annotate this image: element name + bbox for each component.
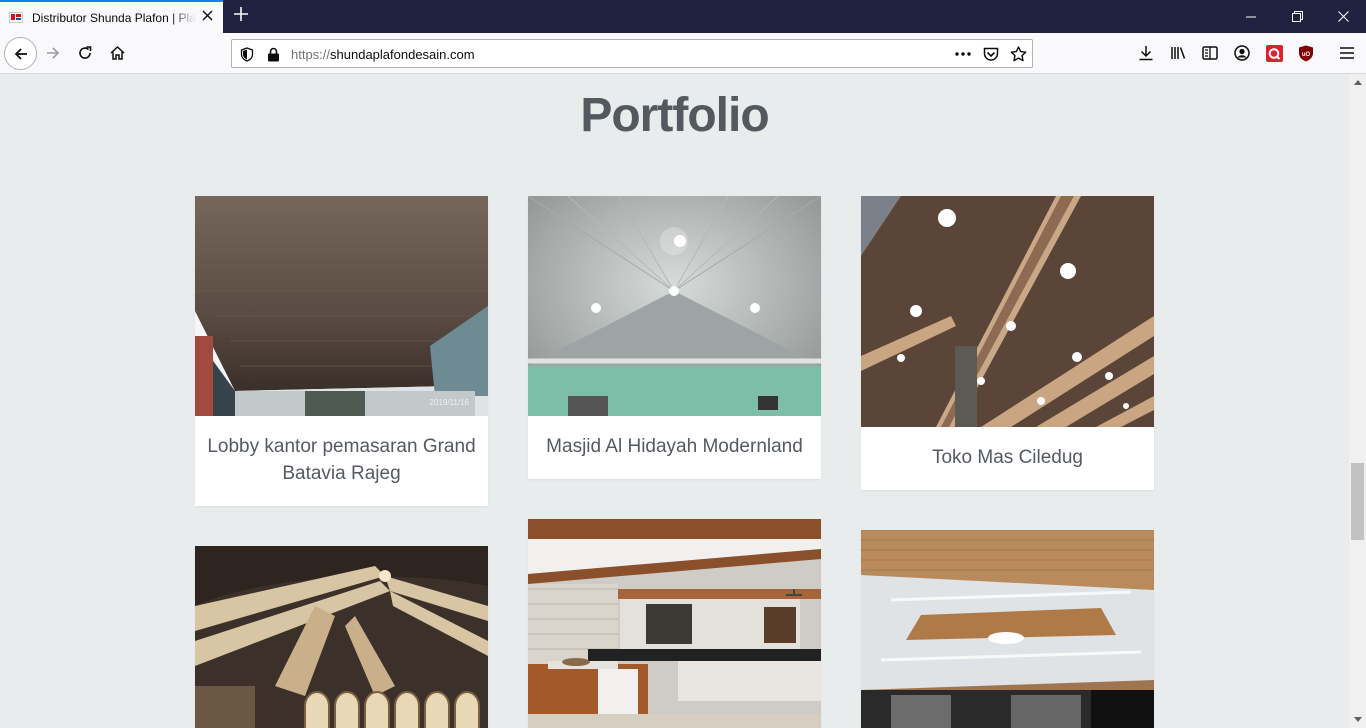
ublock-origin-icon[interactable]: uO bbox=[1291, 38, 1321, 68]
portfolio-caption[interactable]: Masjid Al Hidayah Modernland bbox=[528, 433, 821, 460]
address-bar[interactable]: https://shundaplafondesain.com bbox=[231, 39, 1033, 68]
lock-icon[interactable] bbox=[264, 45, 282, 63]
page-actions-icon[interactable] bbox=[954, 45, 972, 63]
url-text: https://shundaplafondesain.com bbox=[291, 47, 475, 62]
portfolio-card-dome[interactable] bbox=[195, 546, 488, 728]
portfolio-card-lobby[interactable]: 2019/11/16 Lobby kantor pemasaran Grand … bbox=[195, 196, 488, 506]
scroll-down-arrow-icon[interactable] bbox=[1349, 711, 1366, 728]
browser-tab[interactable]: Distributor Shunda Plafon | Plafon PVC bbox=[0, 0, 223, 33]
portfolio-photo-dome[interactable] bbox=[195, 546, 488, 728]
downloads-button[interactable] bbox=[1131, 38, 1161, 68]
photo-date-stamp: 2019/11/16 bbox=[430, 398, 470, 407]
portfolio-photo-kitchen[interactable] bbox=[528, 519, 821, 728]
home-button[interactable] bbox=[102, 38, 132, 68]
sidebar-toggle-button[interactable] bbox=[1195, 38, 1225, 68]
svg-text:uO: uO bbox=[1302, 52, 1311, 58]
restore-window-button[interactable] bbox=[1274, 0, 1320, 33]
url-host: shundaplafondesain.com bbox=[330, 47, 475, 62]
scrollbar-thumb[interactable] bbox=[1351, 463, 1364, 540]
close-tab-icon[interactable] bbox=[199, 9, 215, 25]
portfolio-card-toko-mas[interactable]: Toko Mas Ciledug bbox=[861, 196, 1154, 490]
back-button[interactable] bbox=[4, 37, 37, 70]
new-tab-button[interactable] bbox=[229, 4, 253, 28]
account-icon[interactable] bbox=[1227, 38, 1257, 68]
shield-icon[interactable] bbox=[238, 45, 256, 63]
portfolio-photo-masjid[interactable] bbox=[528, 196, 821, 416]
pocket-icon[interactable] bbox=[982, 45, 1000, 63]
portfolio-photo-toko-mas[interactable] bbox=[861, 196, 1154, 427]
library-button[interactable] bbox=[1163, 38, 1193, 68]
portfolio-photo-lobby[interactable]: 2019/11/16 bbox=[195, 196, 488, 416]
minimize-window-button[interactable] bbox=[1228, 0, 1274, 33]
bookmark-star-icon[interactable] bbox=[1009, 45, 1027, 63]
portfolio-photo-ceiling[interactable] bbox=[861, 530, 1154, 728]
site-favicon-icon bbox=[9, 12, 23, 23]
extension-red-icon[interactable] bbox=[1259, 38, 1289, 68]
navigation-toolbar: https://shundaplafondesain.com uO bbox=[0, 33, 1366, 74]
web-page: Portfolio 2019/11/16 Lobby kantor pemasa… bbox=[0, 74, 1349, 728]
portfolio-card-kitchen[interactable] bbox=[528, 519, 821, 728]
portfolio-card-ceiling[interactable] bbox=[861, 530, 1154, 728]
menu-hamburger-icon[interactable] bbox=[1332, 38, 1362, 68]
vertical-scrollbar[interactable] bbox=[1349, 74, 1366, 728]
portfolio-caption[interactable]: Lobby kantor pemasaran Grand Batavia Raj… bbox=[195, 433, 488, 487]
close-window-button[interactable] bbox=[1320, 0, 1366, 33]
page-title: Portfolio bbox=[580, 89, 769, 142]
tab-strip: Distributor Shunda Plafon | Plafon PVC bbox=[0, 0, 1366, 33]
portfolio-caption[interactable]: Toko Mas Ciledug bbox=[861, 444, 1154, 471]
reload-button[interactable] bbox=[70, 38, 100, 68]
portfolio-card-masjid[interactable]: Masjid Al Hidayah Modernland bbox=[528, 196, 821, 479]
tab-title: Distributor Shunda Plafon | Plafon PVC bbox=[32, 10, 196, 25]
scroll-up-arrow-icon[interactable] bbox=[1349, 74, 1366, 91]
url-protocol: https:// bbox=[291, 47, 331, 62]
forward-button[interactable] bbox=[38, 38, 68, 68]
